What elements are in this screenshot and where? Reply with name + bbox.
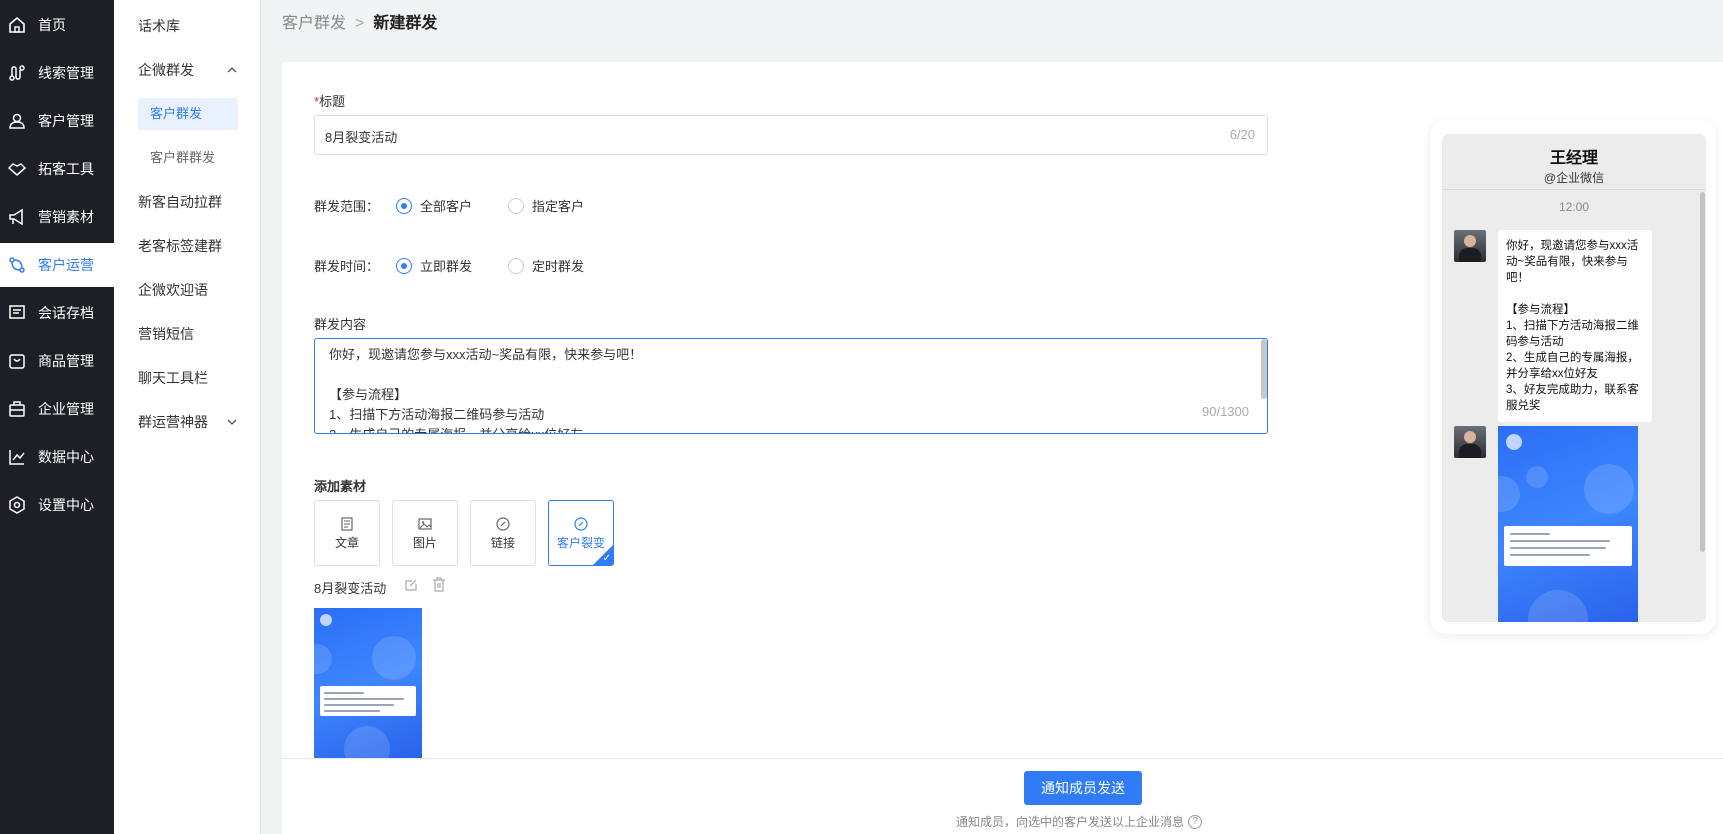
- time-radio-now[interactable]: 立即群发: [396, 256, 472, 275]
- submenu-item-tag-group[interactable]: 老客标签建群: [138, 235, 222, 257]
- avatar: [1454, 426, 1486, 458]
- scope-radio-all[interactable]: 全部客户: [396, 196, 472, 215]
- help-icon[interactable]: ?: [1188, 814, 1203, 829]
- material-fission-button[interactable]: 客户裂变 ✓: [548, 500, 614, 566]
- title-counter: 6/20: [1229, 127, 1255, 142]
- preview-header: 王经理 @企业微信: [1442, 134, 1706, 190]
- share-icon: [7, 255, 27, 275]
- message-icon: [7, 303, 27, 323]
- nav-label: 设置中心: [38, 497, 94, 513]
- nav-item-settings[interactable]: 设置中心: [0, 483, 114, 527]
- nav-item-leads[interactable]: 线索管理: [0, 51, 114, 95]
- nav-label: 数据中心: [38, 449, 94, 465]
- link-icon: [496, 516, 510, 531]
- textarea-scrollbar[interactable]: [1261, 339, 1267, 399]
- link-icon: [574, 516, 588, 531]
- nav-item-materials[interactable]: 营销素材: [0, 195, 114, 239]
- content-label: 群发内容: [314, 317, 367, 332]
- material-article-button[interactable]: 文章: [314, 500, 380, 566]
- users-icon: [7, 111, 27, 131]
- nav-label: 首页: [38, 17, 66, 33]
- send-hint: 通知成员，向选中的客户发送以上企业消息?: [956, 813, 1203, 830]
- content-counter: 90/1300: [1202, 404, 1249, 419]
- nav-item-enterprise[interactable]: 企业管理: [0, 387, 114, 431]
- nav-label: 企业管理: [38, 401, 94, 417]
- content-textarea[interactable]: 你好，现邀请您参与xxx活动~奖品有限，快来参与吧！ 【参与流程】 1、扫描下方…: [314, 338, 1268, 434]
- route-icon: [7, 63, 27, 83]
- preview-sender-name: 王经理: [1549, 150, 1598, 167]
- article-icon: [341, 516, 353, 531]
- submenu-item-welcome[interactable]: 企微欢迎语: [138, 279, 208, 301]
- nav-label: 营销素材: [38, 209, 94, 225]
- check-icon: ✓: [602, 553, 611, 564]
- preview-time: 12:00: [1558, 200, 1590, 214]
- material-link-button[interactable]: 链接: [470, 500, 536, 566]
- bag-icon: [7, 351, 27, 371]
- nav-item-products[interactable]: 商品管理: [0, 339, 114, 383]
- nav-item-data[interactable]: 数据中心: [0, 435, 114, 479]
- breadcrumb: 客户群发 > 新建群发: [282, 13, 437, 35]
- scope-radio-specific[interactable]: 指定客户: [508, 196, 584, 215]
- submenu-item-sms[interactable]: 营销短信: [138, 323, 194, 345]
- submenu-item-group-broadcast[interactable]: 客户群群发: [150, 147, 215, 169]
- footer-bar: 通知成员发送 通知成员，向选中的客户发送以上企业消息?: [282, 758, 1723, 834]
- chevron-up-icon[interactable]: [226, 64, 238, 76]
- submenu-item-wecom-broadcast[interactable]: 企微群发: [138, 59, 194, 81]
- image-icon: [418, 517, 432, 530]
- megaphone-icon: [7, 207, 27, 227]
- submenu-item-auto-group[interactable]: 新客自动拉群: [138, 191, 222, 213]
- nav-label: 线索管理: [38, 65, 94, 81]
- page-title: 新建群发: [373, 15, 438, 32]
- submenu-item-chat-toolbar[interactable]: 聊天工具栏: [138, 367, 208, 389]
- briefcase-icon: [7, 399, 27, 419]
- nav-item-customers[interactable]: 客户管理: [0, 99, 114, 143]
- avatar: [1454, 230, 1486, 262]
- handshake-icon: [7, 159, 27, 179]
- attached-material-title: 8月裂变活动: [314, 581, 387, 596]
- submenu-item-scripts[interactable]: 话术库: [138, 15, 180, 37]
- time-radio-scheduled[interactable]: 定时群发: [508, 256, 584, 275]
- preview-sender-source: @企业微信: [1543, 171, 1605, 185]
- material-image-button[interactable]: 图片: [392, 500, 458, 566]
- preview-scrollbar[interactable]: [1700, 192, 1705, 552]
- nav-item-archive[interactable]: 会话存档: [0, 291, 114, 335]
- notify-send-button[interactable]: 通知成员发送: [1024, 771, 1142, 805]
- breadcrumb-parent[interactable]: 客户群发: [282, 15, 346, 32]
- preview-poster: [1498, 426, 1638, 622]
- edit-icon[interactable]: [404, 578, 418, 592]
- nav-label: 会话存档: [38, 305, 94, 321]
- breadcrumb-separator: >: [355, 15, 365, 32]
- settings-icon: [7, 495, 27, 515]
- nav-label: 商品管理: [38, 353, 94, 369]
- nav-label: 客户管理: [38, 113, 94, 129]
- nav-item-tools[interactable]: 拓客工具: [0, 147, 114, 191]
- home-icon: [7, 15, 27, 35]
- preview-message-bubble: 你好，现邀请您参与xxx活动~奖品有限，快来参与吧！ 【参与流程】 1、扫描下方…: [1498, 230, 1652, 422]
- nav-label: 拓客工具: [38, 161, 94, 177]
- title-input-value: 8月裂变活动: [325, 130, 398, 145]
- phone-preview: 王经理 @企业微信 12:00 你好，现邀请您参与xxx活动~奖品有限，快来参与…: [1430, 120, 1716, 634]
- delete-icon[interactable]: [432, 577, 446, 592]
- poster-thumbnail[interactable]: [314, 608, 422, 758]
- nav-item-home[interactable]: 首页: [0, 3, 114, 47]
- main-nav: 首页 线索管理 客户管理 拓客工具 营销素材 客户运营 会话存档 商品管理 企业…: [0, 0, 114, 834]
- title-label: *标题: [314, 94, 346, 109]
- nav-label: 客户运营: [38, 257, 94, 273]
- submenu-item-customer-broadcast[interactable]: 客户群发: [150, 103, 202, 125]
- chevron-down-icon[interactable]: [226, 416, 238, 428]
- chart-icon: [7, 447, 27, 467]
- nav-item-operations[interactable]: 客户运营: [0, 243, 114, 287]
- title-input[interactable]: 8月裂变活动 6/20: [314, 115, 1268, 155]
- time-label: 群发时间：: [314, 259, 380, 274]
- scope-label: 群发范围：: [314, 199, 380, 214]
- material-label: 添加素材: [314, 479, 367, 494]
- submenu-item-group-tool[interactable]: 群运营神器: [138, 411, 208, 433]
- preview-screen: 王经理 @企业微信 12:00 你好，现邀请您参与xxx活动~奖品有限，快来参与…: [1442, 134, 1706, 622]
